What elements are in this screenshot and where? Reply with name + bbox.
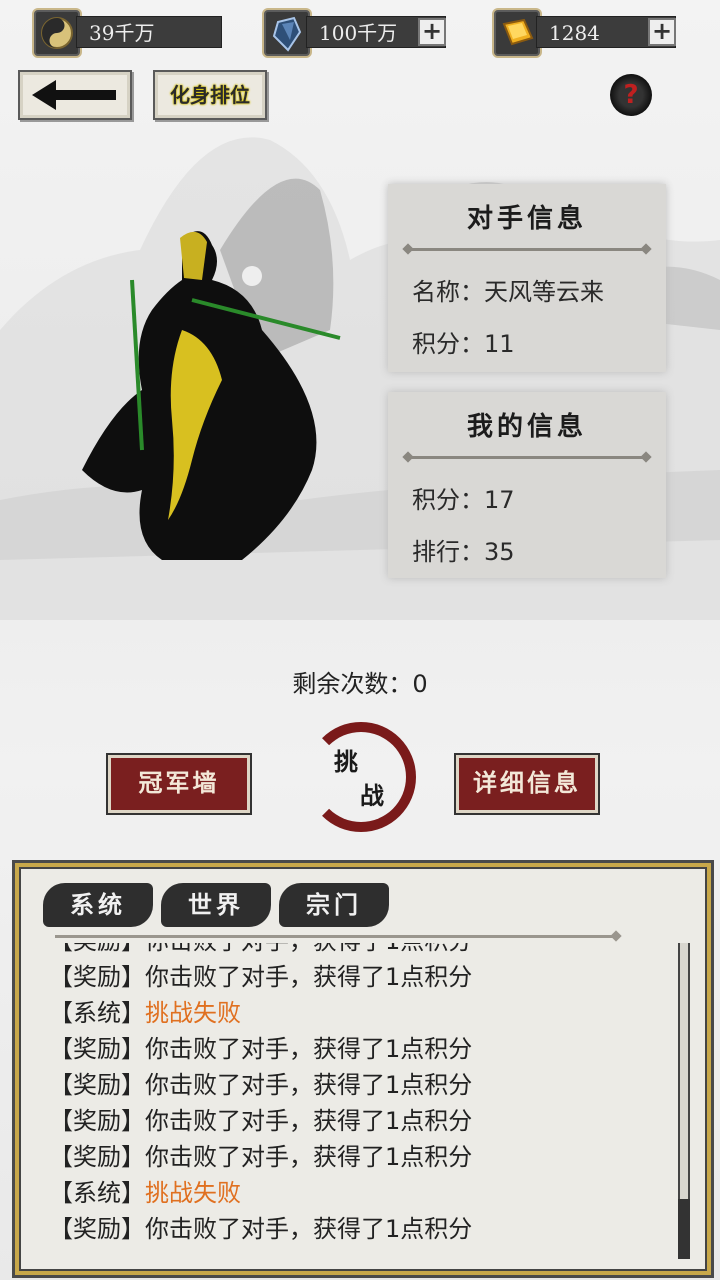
my-score: 积分：17 xyxy=(412,486,515,514)
challenge-label-2: 战 xyxy=(360,781,384,810)
left-arrow-icon xyxy=(32,80,116,110)
add-gold-button[interactable]: + xyxy=(648,18,676,46)
tab-system[interactable]: 系统 xyxy=(43,883,153,927)
chat-message-text: 你击败了对手，获得了1点积分 xyxy=(145,963,473,991)
back-button[interactable] xyxy=(18,70,132,120)
chat-message-text: 你击败了对手，获得了1点积分 xyxy=(145,1035,473,1063)
opponent-name: 名称：天风等云来 xyxy=(412,278,604,306)
chat-message: 【系统】挑战失败 xyxy=(49,995,669,1031)
my-info-panel: 我的信息 积分：17 排行：35 xyxy=(388,392,666,578)
chat-message: 【奖励】你击败了对手，获得了1点积分 xyxy=(49,1211,669,1247)
chat-divider xyxy=(55,935,615,938)
chat-message-prefix: 【奖励】 xyxy=(49,1215,145,1243)
my-rank: 排行：35 xyxy=(412,538,515,566)
coin-amount: 39千万 xyxy=(76,16,222,48)
chat-log[interactable]: 【奖励】你击败了对手，获得了1点积分 【奖励】你击败了对手，获得了1点积分【系统… xyxy=(49,943,669,1263)
chat-panel: 系统 世界 宗门 【奖励】你击败了对手，获得了1点积分 【奖励】你击败了对手，获… xyxy=(12,860,714,1278)
help-button[interactable]: ? xyxy=(610,74,652,116)
chat-message-text: 挑战失败 xyxy=(145,1179,241,1207)
chat-message-prefix: 【奖励】 xyxy=(49,1035,145,1063)
chat-message-prefix: 【奖励】 xyxy=(49,1071,145,1099)
chat-message-prefix: 【系统】 xyxy=(49,999,145,1027)
opponent-info-panel: 对手信息 名称：天风等云来 积分：11 xyxy=(388,184,666,372)
my-info-title: 我的信息 xyxy=(466,412,587,442)
add-crystal-button[interactable]: + xyxy=(418,18,446,46)
chat-message-text: 你击败了对手，获得了1点积分 xyxy=(145,1143,473,1171)
chat-message-prefix: 【奖励】 xyxy=(49,1107,145,1135)
details-button[interactable]: 详细信息 xyxy=(454,753,600,815)
chat-message: 【系统】挑战失败 xyxy=(49,1175,669,1211)
chat-message-prefix: 【系统】 xyxy=(49,1179,145,1207)
tab-sect[interactable]: 宗门 xyxy=(279,883,389,927)
chat-scroll-thumb[interactable] xyxy=(678,1199,690,1259)
chat-message-text: 挑战失败 xyxy=(145,999,241,1027)
chat-message: 【奖励】你击败了对手，获得了1点积分 xyxy=(49,1139,669,1175)
opponent-score: 积分：11 xyxy=(412,330,515,358)
chat-message: 【奖励】你击败了对手，获得了1点积分 xyxy=(49,1067,669,1103)
chat-message: 【奖励】你击败了对手，获得了1点积分 xyxy=(49,1031,669,1067)
opponent-info-title: 对手信息 xyxy=(466,204,587,234)
coin-icon xyxy=(32,8,82,58)
chat-message-text: 你击败了对手，获得了1点积分 xyxy=(145,1215,473,1243)
champion-wall-button[interactable]: 冠军墙 xyxy=(106,753,252,815)
chat-message-prefix: 【奖励】 xyxy=(49,1143,145,1171)
chat-message-text: 你击败了对手，获得了1点积分 xyxy=(145,1071,473,1099)
chat-line-partial: 【奖励】你击败了对手，获得了1点积分 xyxy=(49,943,669,959)
tab-world[interactable]: 世界 xyxy=(161,883,271,927)
panel-divider xyxy=(408,248,646,251)
challenge-button[interactable]: 挑 战 xyxy=(306,722,416,832)
panel-divider xyxy=(408,456,646,459)
chat-message-text: 你击败了对手，获得了1点积分 xyxy=(145,1107,473,1135)
avatar-ranking-button[interactable]: 化身排位 xyxy=(153,70,267,120)
chat-message: 【奖励】你击败了对手，获得了1点积分 xyxy=(49,1103,669,1139)
gold-ingot-icon xyxy=(492,8,542,58)
chat-message: 【奖励】你击败了对手，获得了1点积分 xyxy=(49,959,669,995)
opponent-avatar-figure xyxy=(82,231,341,560)
challenge-label-1: 挑 xyxy=(334,747,358,776)
crystal-icon xyxy=(262,8,312,58)
chat-scrollbar[interactable] xyxy=(678,943,690,1259)
chat-message-prefix: 【奖励】 xyxy=(49,963,145,991)
remaining-attempts: 剩余次数：0 xyxy=(292,670,428,698)
